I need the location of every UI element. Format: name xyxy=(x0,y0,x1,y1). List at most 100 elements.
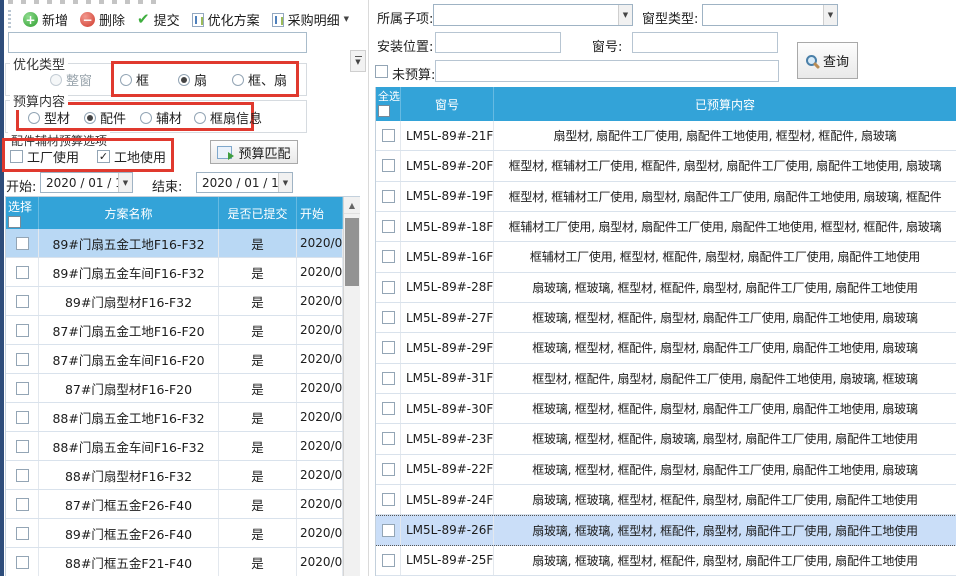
row-checkbox[interactable] xyxy=(16,556,29,569)
window-no-cell[interactable]: LM5L-89#-19F17 xyxy=(401,182,494,211)
toolbar-overflow-button[interactable]: ▼ xyxy=(350,50,366,72)
plan-name-cell[interactable]: 88#门扇型材F16-F32 xyxy=(39,461,219,489)
row-checkbox[interactable] xyxy=(16,237,29,250)
plan-name-cell[interactable]: 89#门扇型材F16-F32 xyxy=(39,287,219,315)
chevron-down-icon[interactable]: ▼ xyxy=(118,173,132,192)
row-checkbox[interactable] xyxy=(16,527,29,540)
row-checkbox[interactable] xyxy=(382,463,395,476)
plan-name-cell[interactable]: 88#门扇五金工地F16-F32 xyxy=(39,403,219,431)
header-start-date[interactable]: 开始 xyxy=(297,197,343,229)
window-budget-row[interactable]: LM5L-89#-30F28框玻璃, 框型材, 框配件, 扇型材, 扇配件工厂使… xyxy=(376,394,956,424)
plan-table-row[interactable]: 87#门框五金F26-F40是2020/0 xyxy=(6,490,343,519)
window-no-cell[interactable]: LM5L-89#-25F23 xyxy=(401,546,494,575)
window-budget-row[interactable]: LM5L-89#-19F17框型材, 框辅材工厂使用, 扇型材, 扇配件工厂使用… xyxy=(376,182,956,212)
delete-button[interactable]: − 删除 xyxy=(80,10,125,29)
window-no-cell[interactable]: LM5L-89#-24F22 xyxy=(401,485,494,514)
unbudgeted-checkbox[interactable] xyxy=(375,65,388,78)
window-no-cell[interactable]: LM5L-89#-27F25 xyxy=(401,303,494,332)
plan-name-cell[interactable]: 87#门扇五金车间F16-F20 xyxy=(39,345,219,373)
chevron-down-icon[interactable]: ▼ xyxy=(823,5,837,25)
chevron-down-icon[interactable]: ▼ xyxy=(278,173,292,192)
unbudgeted-input[interactable] xyxy=(435,60,779,82)
row-checkbox[interactable] xyxy=(382,220,395,233)
row-checkbox[interactable] xyxy=(16,440,29,453)
plan-table-row[interactable]: 88#门框五金F21-F40是2020/0 xyxy=(6,548,343,576)
plan-table-row[interactable]: 88#门扇型材F16-F32是2020/0 xyxy=(6,461,343,490)
row-checkbox[interactable] xyxy=(382,190,395,203)
window-budget-row[interactable]: LM5L-89#-21F19扇型材, 扇配件工厂使用, 扇配件工地使用, 框型材… xyxy=(376,121,956,151)
window-type-dropdown[interactable]: ▼ xyxy=(702,4,838,26)
radio-frame[interactable]: 框 xyxy=(120,70,149,89)
row-checkbox[interactable] xyxy=(382,402,395,415)
header-window-no[interactable]: 窗号 xyxy=(401,87,494,121)
plan-table-row[interactable]: 88#门扇五金车间F16-F32是2020/0 xyxy=(6,432,343,461)
checkbox-factory-use[interactable]: 工厂使用 xyxy=(10,147,79,166)
plan-name-cell[interactable]: 87#门框五金F26-F40 xyxy=(39,490,219,518)
row-checkbox[interactable] xyxy=(382,493,395,506)
row-checkbox[interactable] xyxy=(16,353,29,366)
header-budgeted-content[interactable]: 已预算内容 xyxy=(494,87,956,121)
plan-name-cell[interactable]: 87#门扇型材F16-F20 xyxy=(39,374,219,402)
window-budget-row[interactable]: LM5L-89#-29F27框玻璃, 框型材, 框配件, 扇型材, 扇配件工厂使… xyxy=(376,333,956,363)
row-checkbox[interactable] xyxy=(16,469,29,482)
row-checkbox[interactable] xyxy=(16,382,29,395)
plan-name-cell[interactable]: 89#门扇五金车间F16-F32 xyxy=(39,258,219,286)
window-no-cell[interactable]: LM5L-89#-29F27 xyxy=(401,333,494,362)
row-checkbox[interactable] xyxy=(382,281,395,294)
window-no-cell[interactable]: LM5L-89#-21F19 xyxy=(401,121,494,150)
plan-table-row[interactable]: 88#门扇五金工地F16-F32是2020/0 xyxy=(6,403,343,432)
checkbox-site-use[interactable]: ✓工地使用 xyxy=(97,147,166,166)
plan-table-row[interactable]: 89#门扇型材F16-F32是2020/0 xyxy=(6,287,343,316)
window-budget-row[interactable]: LM5L-89#-27F25框玻璃, 框型材, 框配件, 扇型材, 扇配件工厂使… xyxy=(376,303,956,333)
radio-frame-sash[interactable]: 框、扇 xyxy=(232,70,287,89)
row-checkbox[interactable] xyxy=(16,411,29,424)
radio-auxiliary[interactable]: 辅材 xyxy=(140,108,182,127)
window-no-cell[interactable]: LM5L-89#-30F28 xyxy=(401,394,494,423)
radio-frame-sash-info[interactable]: 框扇信息 xyxy=(194,108,262,127)
radio-accessory[interactable]: 配件 xyxy=(84,108,126,127)
scroll-up-icon[interactable]: ▲ xyxy=(344,197,360,214)
header-plan-name[interactable]: 方案名称 xyxy=(39,197,219,229)
window-no-cell[interactable]: LM5L-89#-16F15 xyxy=(401,242,494,271)
submit-button[interactable]: ✔ 提交 xyxy=(137,10,180,29)
row-checkbox[interactable] xyxy=(16,498,29,511)
budget-match-button[interactable]: 预算匹配 xyxy=(210,140,298,164)
window-no-cell[interactable]: LM5L-89#-28F26 xyxy=(401,273,494,302)
add-button[interactable]: + 新增 xyxy=(23,10,68,29)
window-no-cell[interactable]: LM5L-89#-23F21 xyxy=(401,424,494,453)
plan-table-row[interactable]: 89#门扇五金工地F16-F32是2020/0 xyxy=(6,229,343,258)
row-checkbox[interactable] xyxy=(382,129,395,142)
row-checkbox[interactable] xyxy=(382,554,395,567)
row-checkbox[interactable] xyxy=(16,295,29,308)
window-budget-row[interactable]: LM5L-89#-23F21框玻璃, 框型材, 框配件, 扇玻璃, 扇型材, 扇… xyxy=(376,424,956,454)
window-budget-row[interactable]: LM5L-89#-26F24扇玻璃, 框玻璃, 框型材, 框配件, 扇型材, 扇… xyxy=(376,515,956,545)
window-budget-row[interactable]: LM5L-89#-24F22扇玻璃, 框玻璃, 框型材, 框配件, 扇型材, 扇… xyxy=(376,485,956,515)
window-no-cell[interactable]: LM5L-89#-31F29 xyxy=(401,364,494,393)
plan-name-cell[interactable]: 88#门框五金F21-F40 xyxy=(39,548,219,576)
window-no-cell[interactable]: LM5L-89#-26F24 xyxy=(401,516,494,544)
date-end-picker[interactable]: 2020 / 01 / 13 ▼ xyxy=(196,172,293,193)
window-budget-row[interactable]: LM5L-89#-16F15框辅材工厂使用, 框型材, 框配件, 扇型材, 扇配… xyxy=(376,242,956,272)
plan-name-cell[interactable]: 87#门扇五金工地F16-F20 xyxy=(39,316,219,344)
plan-name-cell[interactable]: 89#门扇五金工地F16-F32 xyxy=(39,229,219,257)
scrollbar-thumb[interactable] xyxy=(345,218,359,286)
query-button[interactable]: 查询 xyxy=(797,42,858,79)
row-checkbox[interactable] xyxy=(382,524,395,537)
plan-table-row[interactable]: 89#门框五金F26-F40是2020/0 xyxy=(6,519,343,548)
row-checkbox[interactable] xyxy=(382,311,395,324)
window-budget-row[interactable]: LM5L-89#-28F26扇玻璃, 框玻璃, 框型材, 框配件, 扇型材, 扇… xyxy=(376,273,956,303)
plan-table-row[interactable]: 87#门扇五金车间F16-F20是2020/0 xyxy=(6,345,343,374)
optimize-plan-button[interactable]: 优化方案 xyxy=(192,10,260,29)
window-budget-row[interactable]: LM5L-89#-18F16框辅材工厂使用, 扇型材, 扇配件工厂使用, 扇配件… xyxy=(376,212,956,242)
window-budget-row[interactable]: LM5L-89#-25F23扇玻璃, 框玻璃, 框型材, 框配件, 扇型材, 扇… xyxy=(376,546,956,576)
select-all-checkbox[interactable] xyxy=(8,216,21,228)
plan-name-cell[interactable]: 89#门框五金F26-F40 xyxy=(39,519,219,547)
row-checkbox[interactable] xyxy=(382,432,395,445)
window-no-cell[interactable]: LM5L-89#-18F16 xyxy=(401,212,494,241)
sub-item-dropdown[interactable]: ▼ xyxy=(433,4,633,26)
install-position-input[interactable] xyxy=(435,32,561,53)
window-budget-row[interactable]: LM5L-89#-31F29框型材, 框配件, 扇型材, 扇配件工厂使用, 扇配… xyxy=(376,364,956,394)
date-start-picker[interactable]: 2020 / 01 / 1 ▼ xyxy=(40,172,133,193)
window-no-cell[interactable]: LM5L-89#-22F20 xyxy=(401,455,494,484)
plan-table-scrollbar[interactable]: ▲ xyxy=(343,197,360,576)
